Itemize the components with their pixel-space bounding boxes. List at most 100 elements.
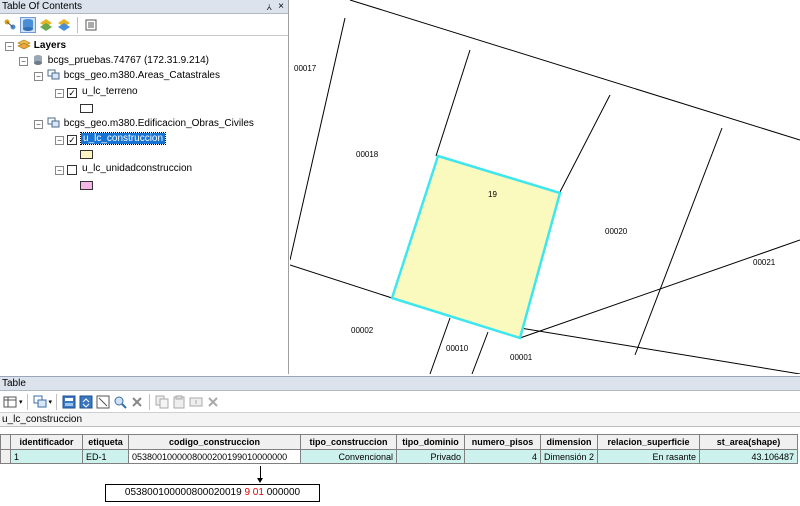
row-header-corner[interactable] <box>0 434 11 450</box>
remove-icon[interactable] <box>205 394 221 410</box>
clear-selection-icon[interactable] <box>95 394 111 410</box>
column-header[interactable]: identificador <box>10 434 83 450</box>
column-header[interactable]: relacion_superficie <box>597 434 701 450</box>
code-highlight: 9 01 <box>244 487 264 498</box>
parcel-label: 00017 <box>294 64 317 73</box>
code-suffix: 000000 <box>266 487 301 498</box>
layers-icon <box>17 40 31 50</box>
parcel-label: 19 <box>488 190 497 199</box>
table-cell[interactable]: 0538001000008000200199010000000 <box>128 449 301 464</box>
table-cell[interactable]: 1 <box>10 449 83 464</box>
table-title-bar: Table <box>0 377 800 391</box>
map-view[interactable]: 00017 00018 19 00020 00021 00002 00010 0… <box>290 0 800 374</box>
column-header[interactable]: etiqueta <box>82 434 129 450</box>
unidadconstruccion-symbol-swatch[interactable] <box>80 181 93 190</box>
parcel-label: 00010 <box>446 344 469 353</box>
table-toolbar: ▾ ▾ <box>0 391 800 413</box>
column-header[interactable]: st_area(shape) <box>699 434 799 450</box>
toolbar-separator <box>77 16 78 33</box>
list-by-source-icon[interactable] <box>20 16 36 33</box>
parcel-boundaries <box>290 0 800 374</box>
parcel-line <box>290 17 346 261</box>
select-by-attributes-icon[interactable] <box>61 394 77 410</box>
table-cell[interactable]: 43.106487 <box>699 449 799 464</box>
related-tables-icon[interactable] <box>32 394 48 410</box>
chevron-down-icon[interactable]: ▾ <box>49 398 53 406</box>
selected-parcel-19[interactable] <box>390 154 562 340</box>
delete-selected-icon[interactable] <box>129 394 145 410</box>
paste-icon[interactable] <box>171 394 187 410</box>
collapse-layer-construccion-toggle[interactable]: − <box>55 136 64 145</box>
column-header[interactable]: numero_pisos <box>464 434 541 450</box>
collapse-layer-terreno-toggle[interactable]: − <box>55 89 64 98</box>
layers-root[interactable]: Layers <box>17 39 66 53</box>
layers-root-label: Layers <box>33 40 67 51</box>
options-icon[interactable] <box>83 17 99 33</box>
layer-label-selected: u_lc_construccion <box>79 132 167 145</box>
parcel-label: 00002 <box>351 326 374 335</box>
layer-label: u_lc_unidadconstruccion <box>82 163 193 174</box>
parcel-line <box>435 49 471 157</box>
layer-u-lc-unidadconstruccion[interactable]: u_lc_unidadconstruccion <box>82 162 192 176</box>
annotation-arrow-head <box>257 478 263 483</box>
group-areas-catastrales[interactable]: bcgs_geo.m380.Areas_Catastrales <box>47 69 220 83</box>
map-canvas[interactable] <box>290 0 800 374</box>
group-label: bcgs_geo.m380.Areas_Catastrales <box>63 70 220 81</box>
layer-terreno-checkbox[interactable]: ✓ <box>67 88 77 98</box>
layer-u-lc-terreno[interactable]: u_lc_terreno <box>82 85 138 99</box>
table-cell[interactable]: En rasante <box>597 449 701 464</box>
layer-u-lc-construccion[interactable]: u_lc_construccion <box>79 132 167 146</box>
layer-construccion-checkbox[interactable]: ✓ <box>67 135 77 145</box>
row-selector[interactable] <box>0 449 11 464</box>
toc-toolbar <box>0 14 288 36</box>
toolbar-separator <box>149 393 151 410</box>
toolbar-separator <box>26 393 28 410</box>
table-header-row: identificador etiqueta codigo_construcci… <box>0 434 799 450</box>
column-header[interactable]: dimension <box>539 434 599 450</box>
chevron-down-icon[interactable]: ▾ <box>19 398 23 406</box>
attribute-table: identificador etiqueta codigo_construcci… <box>0 434 799 464</box>
parcel-line <box>349 0 800 141</box>
parcel-label: 00021 <box>753 258 776 267</box>
database-connection-icon <box>34 55 42 66</box>
switch-selection-icon[interactable] <box>78 394 94 410</box>
add-field-icon[interactable] <box>188 394 204 410</box>
column-header[interactable]: tipo_construccion <box>300 434 397 450</box>
parcel-label: 00001 <box>510 353 533 362</box>
list-by-selection-icon[interactable] <box>56 17 72 33</box>
parcel-line <box>471 331 489 374</box>
close-icon[interactable]: × <box>278 0 284 14</box>
table-cell[interactable]: Convencional <box>300 449 397 464</box>
collapse-connection-toggle[interactable]: − <box>19 57 28 66</box>
collapse-group-areas-toggle[interactable]: − <box>34 72 43 81</box>
table-layer-tab[interactable]: u_lc_construccion <box>0 413 800 427</box>
list-by-visibility-icon[interactable] <box>38 17 54 33</box>
collapse-layer-unidadconstruccion-toggle[interactable]: − <box>55 166 64 175</box>
table-options-icon[interactable] <box>2 394 18 410</box>
terreno-symbol-swatch[interactable] <box>80 104 93 113</box>
toc-title-bar: Table Of Contents ⩑ × <box>0 0 288 14</box>
group-edificacion-obras-civiles[interactable]: bcgs_geo.m380.Edificacion_Obras_Civiles <box>47 117 254 131</box>
copy-icon[interactable] <box>154 394 170 410</box>
parcel-label: 00018 <box>356 150 379 159</box>
collapse-layers-toggle[interactable]: − <box>5 42 14 51</box>
collapse-group-edificacion-toggle[interactable]: − <box>34 120 43 129</box>
table-cell[interactable]: Dimensión 2 <box>539 449 599 464</box>
table-cell[interactable]: Privado <box>396 449 465 464</box>
table-row[interactable]: 1 ED-1 0538001000008000200199010000000 C… <box>0 449 799 464</box>
table-cell[interactable]: ED-1 <box>82 449 129 464</box>
column-header[interactable]: tipo_dominio <box>396 434 465 450</box>
connection-node[interactable]: bcgs_pruebas.74767 (172.31.9.214) <box>32 54 209 68</box>
table-layer-name: u_lc_construccion <box>2 414 83 425</box>
parcel-line <box>559 94 611 193</box>
column-header[interactable]: codigo_construccion <box>128 434 301 450</box>
table-cell[interactable]: 4 <box>464 449 541 464</box>
layer-unidadconstruccion-checkbox[interactable] <box>67 165 77 175</box>
zoom-to-selected-icon[interactable] <box>112 394 128 410</box>
pin-icon[interactable]: ⩑ <box>267 0 272 14</box>
table-of-contents-panel: Table Of Contents ⩑ × − Layers − bcgs_pr… <box>0 0 289 374</box>
toolbar-separator <box>56 393 58 410</box>
list-by-drawing-order-icon[interactable] <box>2 17 18 33</box>
construccion-symbol-swatch[interactable] <box>80 150 93 159</box>
parcel-line <box>634 127 723 356</box>
